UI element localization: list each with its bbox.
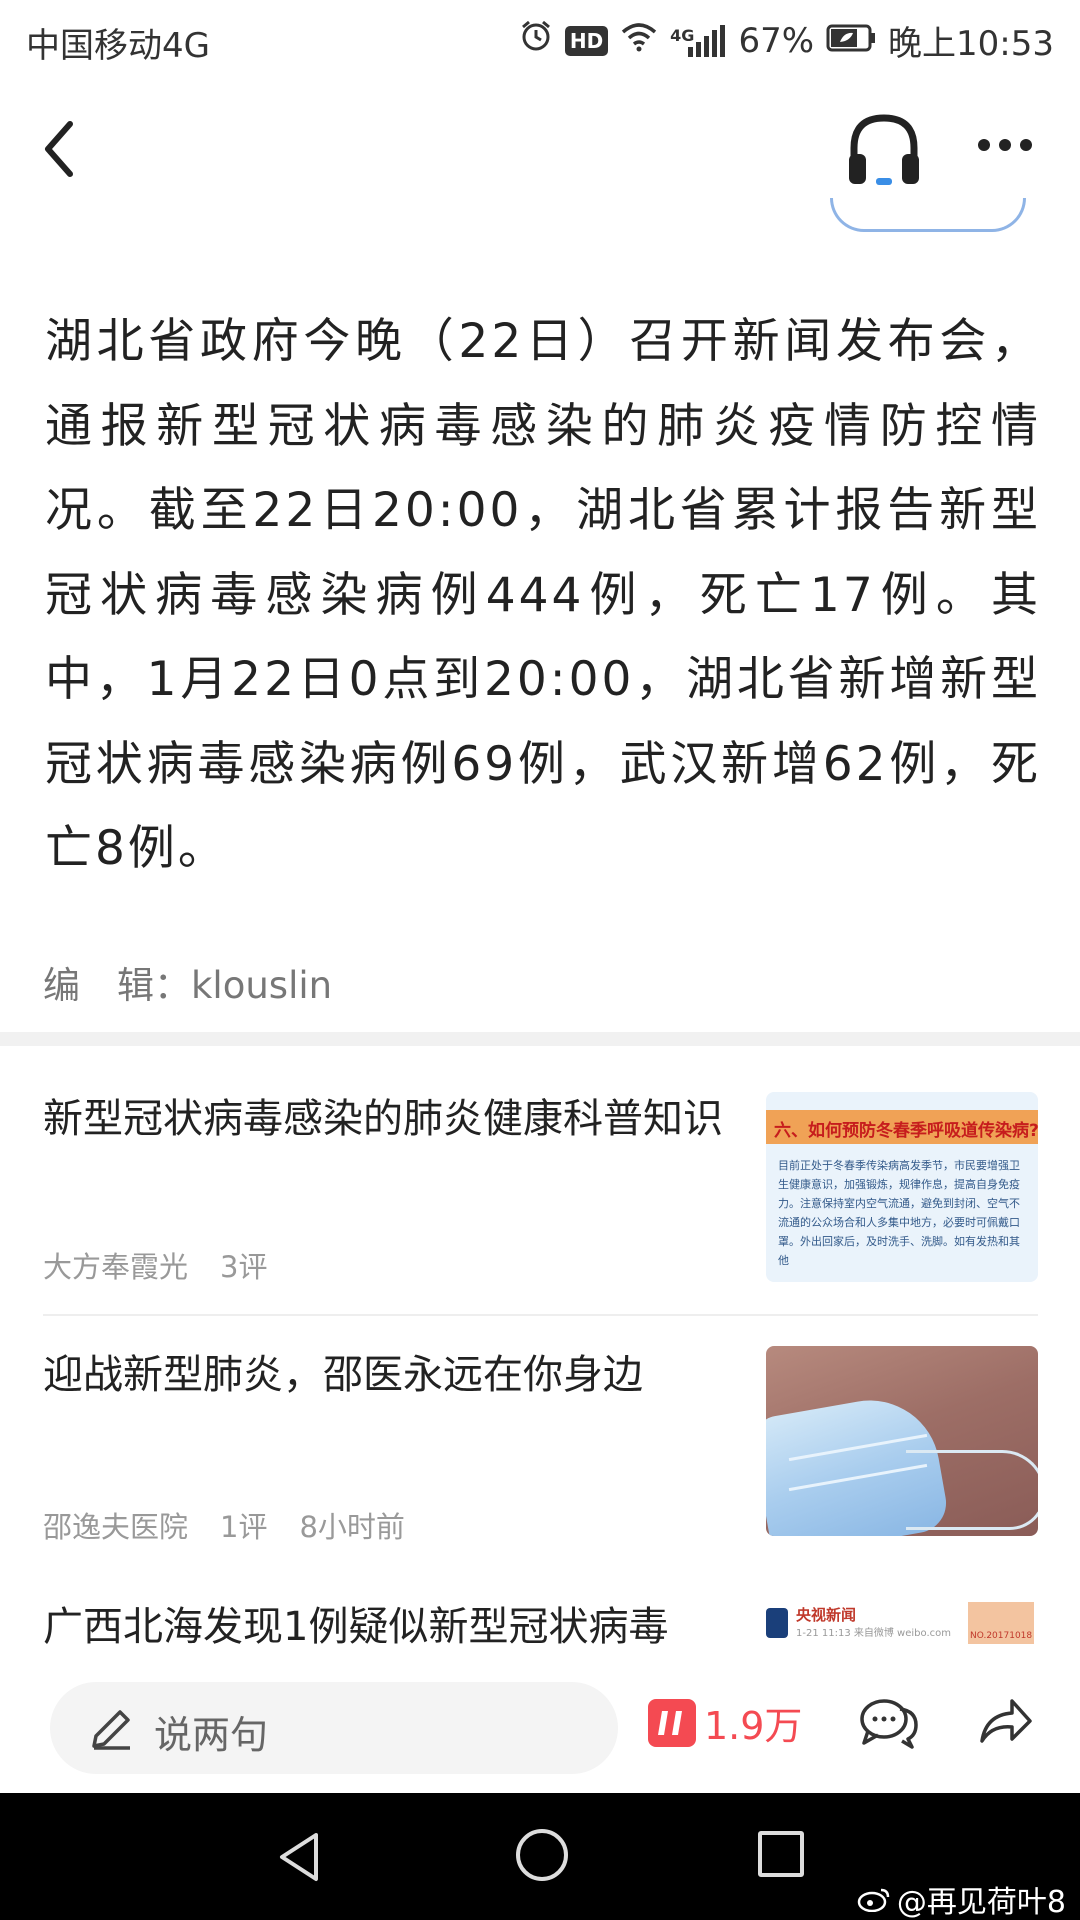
news-comment-count: 1评 xyxy=(220,1510,268,1544)
thumb-stamp: NO.20171018 xyxy=(968,1602,1034,1644)
more-button[interactable] xyxy=(976,130,1034,160)
news-source: 邵逸夫医院 xyxy=(43,1510,189,1544)
bottom-action-bar: 说两句 1.9万 xyxy=(0,1665,1080,1793)
like-count: 1.9万 xyxy=(704,1704,803,1748)
news-title: 迎战新型肺炎，邵医永远在你身边 xyxy=(43,1352,643,1398)
related-news-item[interactable]: 广西北海发现1例疑似新型冠状病毒 央视新闻 1-21 11:13 来自微博 we… xyxy=(0,1578,1080,1665)
wifi-icon xyxy=(620,21,658,61)
like-icon xyxy=(648,1698,696,1747)
hd-badge: HD xyxy=(564,25,609,56)
comment-placeholder: 说两句 xyxy=(154,1713,269,1757)
battery-percent: 67% xyxy=(738,20,815,61)
battery-icon xyxy=(826,21,876,61)
carrier-label: 中国移动4G xyxy=(26,26,210,66)
listen-button[interactable] xyxy=(846,108,922,188)
news-meta: 邵逸夫医院 1评 8小时前 xyxy=(43,1504,405,1546)
news-title: 广西北海发现1例疑似新型冠状病毒 xyxy=(43,1604,669,1650)
headphones-icon xyxy=(849,114,919,185)
header-decoration-arc xyxy=(830,198,1026,232)
news-comment-count: 3评 xyxy=(220,1250,268,1284)
pencil-icon xyxy=(92,1710,130,1750)
editor-credit: 编 辑：klouslin xyxy=(43,955,332,1009)
news-time: 8小时前 xyxy=(299,1510,405,1544)
signal-icon: 4G xyxy=(670,24,726,57)
news-title: 新型冠状病毒感染的肺炎健康科普知识 xyxy=(43,1096,723,1142)
news-meta: 大方奉霞光 3评 xyxy=(43,1244,267,1286)
editor-name: klouslin xyxy=(191,964,333,1007)
network-type-label: 4G xyxy=(670,25,695,45)
more-dots-icon xyxy=(978,139,1032,151)
thumb-header: 六、如何预防冬春季呼吸道传染病? xyxy=(766,1110,1038,1144)
clock-time: 晚上10:53 xyxy=(888,24,1054,64)
news-source: 大方奉霞光 xyxy=(43,1250,189,1284)
section-divider xyxy=(0,1032,1080,1046)
status-icons: HD 4G 67% 晚上10:53 xyxy=(519,16,1054,65)
status-bar: 中国移动4G HD 4G 67% 晚上10:53 xyxy=(0,0,1080,80)
news-thumbnail: 央视新闻 1-21 11:13 来自微博 weibo.com NO.201710… xyxy=(766,1600,1038,1652)
weibo-logo-icon xyxy=(857,1888,890,1912)
nav-home-icon[interactable] xyxy=(516,1829,568,1881)
chevron-left-icon xyxy=(45,121,73,177)
news-thumbnail xyxy=(766,1346,1038,1536)
alarm-icon xyxy=(519,19,553,62)
like-button[interactable]: 1.9万 xyxy=(648,1695,802,1750)
editor-label: 编 辑： xyxy=(43,964,191,1007)
news-thumbnail: 六、如何预防冬春季呼吸道传染病? 目前正处于冬春季传染病高发季节，市民要增强卫生… xyxy=(766,1092,1038,1282)
article-body-text: 湖北省政府今晚（22日）召开新闻发布会，通报新型冠状病毒感染的肺炎疫情防控情况。… xyxy=(45,314,1041,876)
nav-back-icon[interactable] xyxy=(276,1831,322,1883)
related-news-item[interactable]: 新型冠状病毒感染的肺炎健康科普知识 大方奉霞光 3评 六、如何预防冬春季呼吸道传… xyxy=(0,1046,1080,1316)
share-icon[interactable] xyxy=(978,1693,1034,1749)
thumb-stamp-text: NO.20171018 xyxy=(970,1631,1033,1641)
thumb-date: 1-21 11:13 来自微博 weibo.com xyxy=(796,1628,951,1639)
thumb-text: 目前正处于冬春季传染病高发季节，市民要增强卫生健康意识，加强锻炼，规律作息，提高… xyxy=(778,1159,1020,1267)
watermark: @再见荷叶8 xyxy=(857,1877,1066,1920)
system-nav-bar: @再见荷叶8 xyxy=(0,1793,1080,1920)
comment-input[interactable]: 说两句 xyxy=(50,1682,618,1774)
nav-recent-icon[interactable] xyxy=(758,1831,804,1877)
comments-icon[interactable] xyxy=(858,1695,920,1751)
back-button[interactable] xyxy=(38,114,88,184)
thumb-source: 央视新闻 xyxy=(796,1606,857,1624)
mask-strap xyxy=(906,1450,1038,1530)
weibo-avatar xyxy=(766,1608,788,1638)
watermark-text: @再见荷叶8 xyxy=(896,1885,1066,1920)
related-news-item[interactable]: 迎战新型肺炎，邵医永远在你身边 邵逸夫医院 1评 8小时前 xyxy=(0,1316,1080,1578)
